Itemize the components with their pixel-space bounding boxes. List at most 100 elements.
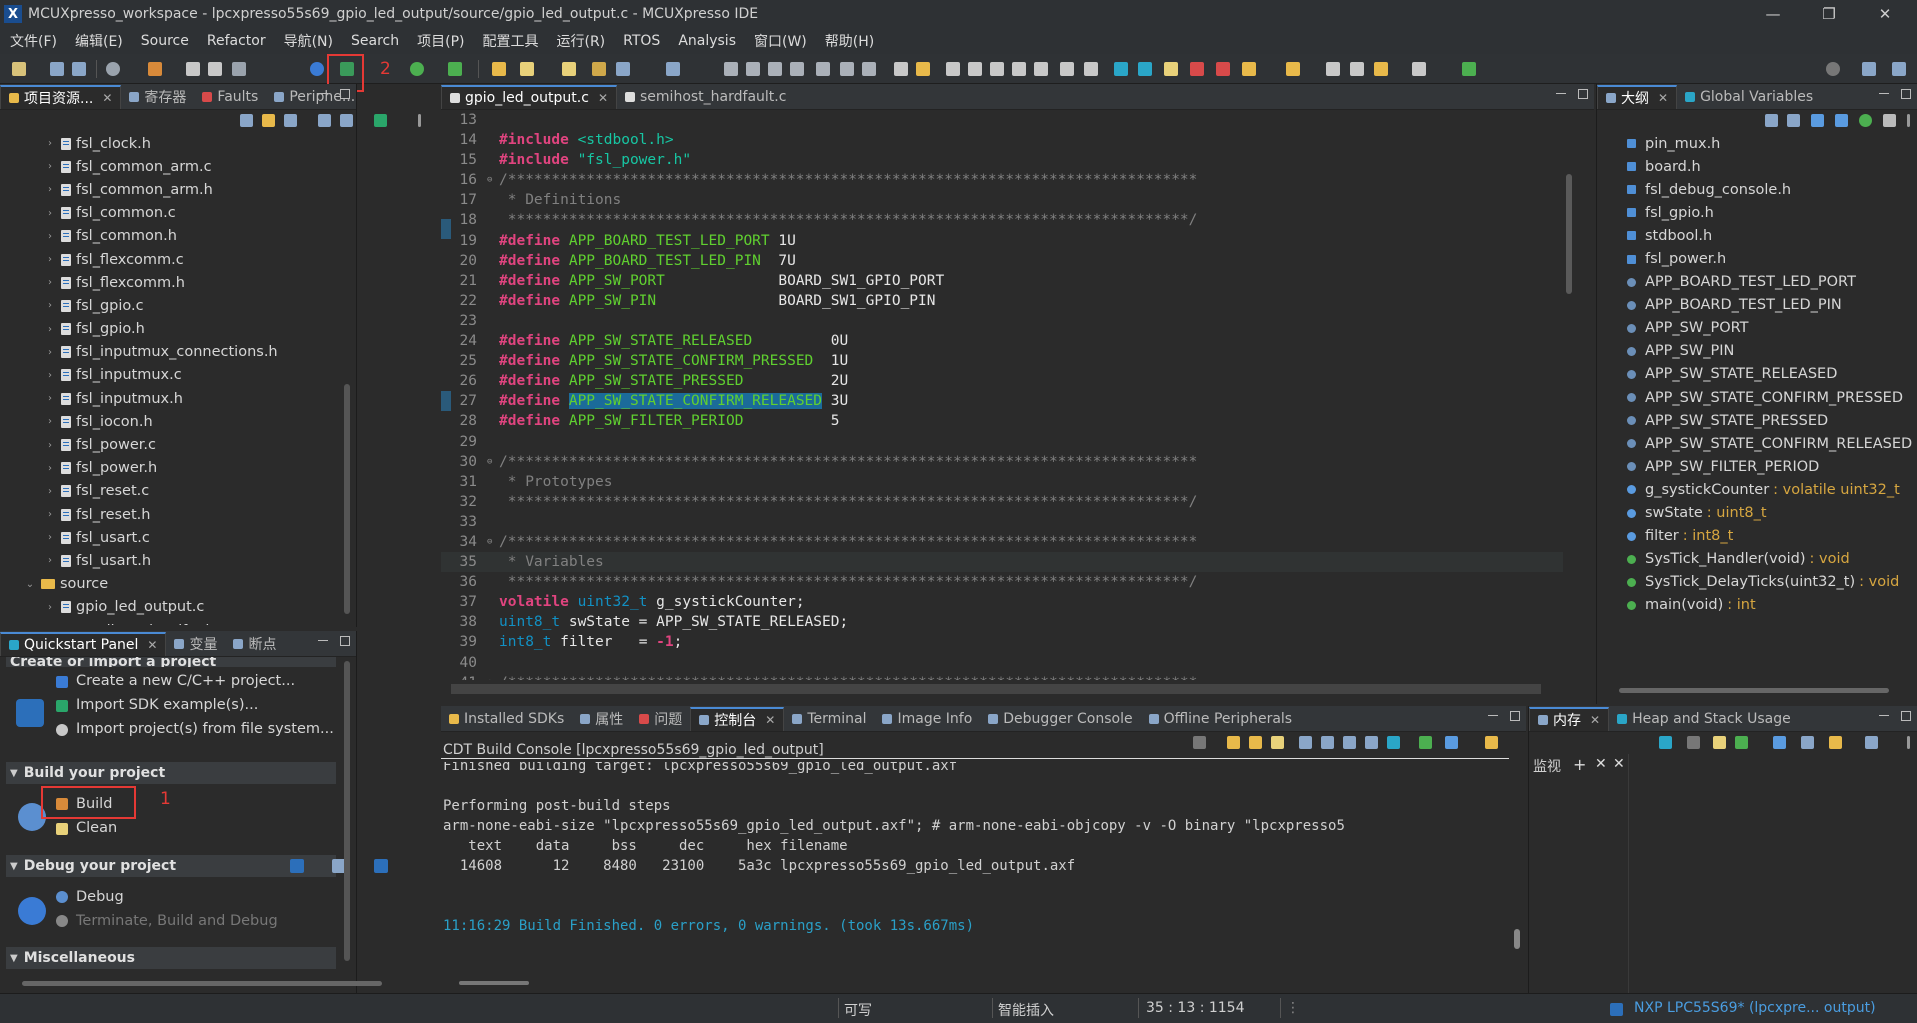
menu-window[interactable]: 窗口(W) [748,31,819,51]
tool-icon[interactable] [340,114,353,127]
step-into-icon[interactable] [790,62,804,76]
build-button[interactable]: Build [76,796,112,812]
expand-icon[interactable]: › [44,555,56,566]
expand-icon[interactable]: › [44,370,56,381]
code-line[interactable]: 24 #define APP_SW_STATE_RELEASED 0U [441,331,1563,351]
misc-section-header[interactable]: ▼ Miscellaneous [6,947,336,969]
outline-item[interactable]: pin_mux.h [1597,132,1917,155]
menu-search[interactable]: Search [345,33,411,49]
outline-item[interactable]: APP_BOARD_TEST_LED_PORT [1597,271,1917,294]
tool-icon[interactable] [374,114,387,127]
tool-icon[interactable] [666,62,680,76]
debug-icon[interactable] [448,62,462,76]
outline-hscrollbar[interactable] [1619,688,1889,693]
expand-icon[interactable]: › [44,324,56,335]
expand-icon[interactable]: › [44,532,56,543]
outline-item[interactable]: APP_BOARD_TEST_LED_PIN [1597,294,1917,317]
fold-toggle-icon[interactable]: ⊖ [487,532,495,552]
outline-item[interactable]: APP_SW_PIN [1597,340,1917,363]
tool-icon[interactable] [916,62,930,76]
tree-scrollbar[interactable] [344,384,350,614]
close-tab-icon[interactable]: ✕ [102,91,112,105]
resume-icon[interactable] [724,62,738,76]
code-line[interactable]: 25 #define APP_SW_STATE_CONFIRM_PRESSED 1… [441,351,1563,371]
search-icon[interactable] [1826,62,1840,76]
code-line[interactable]: 36 *************************************… [441,572,1563,592]
code-line[interactable]: 30 ⊖/************************************… [441,452,1563,472]
tab-registers[interactable]: 寄存器 [121,85,194,109]
code-line[interactable]: 38 uint8_t swState = APP_SW_STATE_RELEASE… [441,612,1563,632]
outline-item[interactable]: g_systickCounter: volatile uint32_t [1597,478,1917,501]
minimize-icon[interactable] [318,93,328,94]
tree-file-item[interactable]: › fsl_reset.c [0,480,340,503]
minimize-icon[interactable]: — [1750,0,1796,28]
expand-icon[interactable]: › [44,393,56,404]
create-new-project-link[interactable]: Create a new C/C++ project... [76,673,295,689]
tree-file-item[interactable]: › fsl_common_arm.c [0,155,340,178]
settings-icon[interactable] [106,62,120,76]
scroll-lock-icon[interactable] [1227,736,1240,749]
tool-icon[interactable] [1216,62,1230,76]
code-line[interactable]: 35 * Variables [441,552,1563,573]
code-line[interactable]: 31 * Prototypes [441,472,1563,492]
open-folder-icon[interactable] [492,62,506,76]
back-icon[interactable] [1374,62,1388,76]
code-line[interactable]: 41⊖/************************************… [441,673,1563,680]
terminate-icon[interactable] [768,62,782,76]
open-console-icon[interactable] [1485,736,1498,749]
redo-icon[interactable] [208,62,222,76]
menu-edit[interactable]: 编辑(E) [69,31,135,51]
outline-item[interactable]: stdbool.h [1597,224,1917,247]
tool-icon[interactable] [1012,62,1026,76]
sort-icon[interactable] [1787,114,1800,127]
outline-item[interactable]: board.h [1597,155,1917,178]
tool-icon[interactable] [946,62,960,76]
tab-image-info[interactable]: Image Info [874,707,980,731]
filter-icon[interactable] [284,114,297,127]
suspend-icon[interactable] [746,62,760,76]
tool-icon[interactable] [1190,62,1204,76]
tree-file-item[interactable]: › fsl_inputmux.c [0,364,340,387]
tool-icon[interactable] [1865,736,1878,749]
status-menu-icon[interactable]: ⋮ [1286,1000,1300,1016]
tool-icon[interactable] [1138,62,1152,76]
outline-item[interactable]: filter: int8_t [1597,525,1917,548]
code-line[interactable]: 27 #define APP_SW_STATE_CONFIRM_RELEASED … [441,391,1563,412]
maximize-icon[interactable] [1578,89,1588,99]
build-section-header[interactable]: ▼ Build your project [6,762,336,784]
import-sdk-example-link[interactable]: Import SDK example(s)... [76,697,258,713]
expand-icon[interactable]: › [44,138,56,149]
code-line[interactable]: 26 #define APP_SW_STATE_PRESSED 2U [441,371,1563,391]
tab-faults[interactable]: Faults [194,85,266,109]
tool-icon[interactable] [1829,736,1842,749]
home-icon[interactable] [1164,62,1178,76]
expand-icon[interactable]: › [44,509,56,520]
back-icon[interactable] [1326,62,1340,76]
tool-icon[interactable] [340,62,354,76]
link-editor-icon[interactable] [262,114,275,127]
outline-item[interactable]: SysTick_Handler(void): void [1597,548,1917,571]
tool-icon[interactable] [1883,114,1896,127]
tab-project-explorer[interactable]: 项目资源... ✕ [0,85,122,109]
tool-icon[interactable] [1084,62,1098,76]
jlink-icon[interactable] [374,859,388,873]
close-tab-icon[interactable]: ✕ [1590,713,1600,727]
hide-fields-icon[interactable] [1811,114,1824,127]
tool-icon[interactable] [1419,736,1432,749]
menu-help[interactable]: 帮助(H) [819,31,886,51]
view-menu-icon[interactable] [1907,114,1910,127]
outline-item[interactable]: APP_SW_FILTER_PERIOD [1597,455,1917,478]
tree-file-item[interactable]: › fsl_usart.c [0,526,340,549]
close-tab-icon[interactable]: ✕ [598,91,608,105]
tool-icon[interactable] [1286,62,1300,76]
forward-icon[interactable] [1350,62,1364,76]
collapse-icon[interactable]: ⌄ [24,579,36,590]
tool-icon[interactable] [1687,736,1700,749]
new-icon[interactable] [12,62,26,76]
tool-icon[interactable] [1659,736,1672,749]
quick-build-icon[interactable] [310,62,324,76]
code-line[interactable]: 19 #define APP_BOARD_TEST_LED_PORT 1U [441,231,1563,251]
tab-console[interactable]: 控制台 ✕ [690,707,785,731]
menu-project[interactable]: 项目(P) [411,31,476,51]
tool-icon[interactable] [1271,736,1284,749]
